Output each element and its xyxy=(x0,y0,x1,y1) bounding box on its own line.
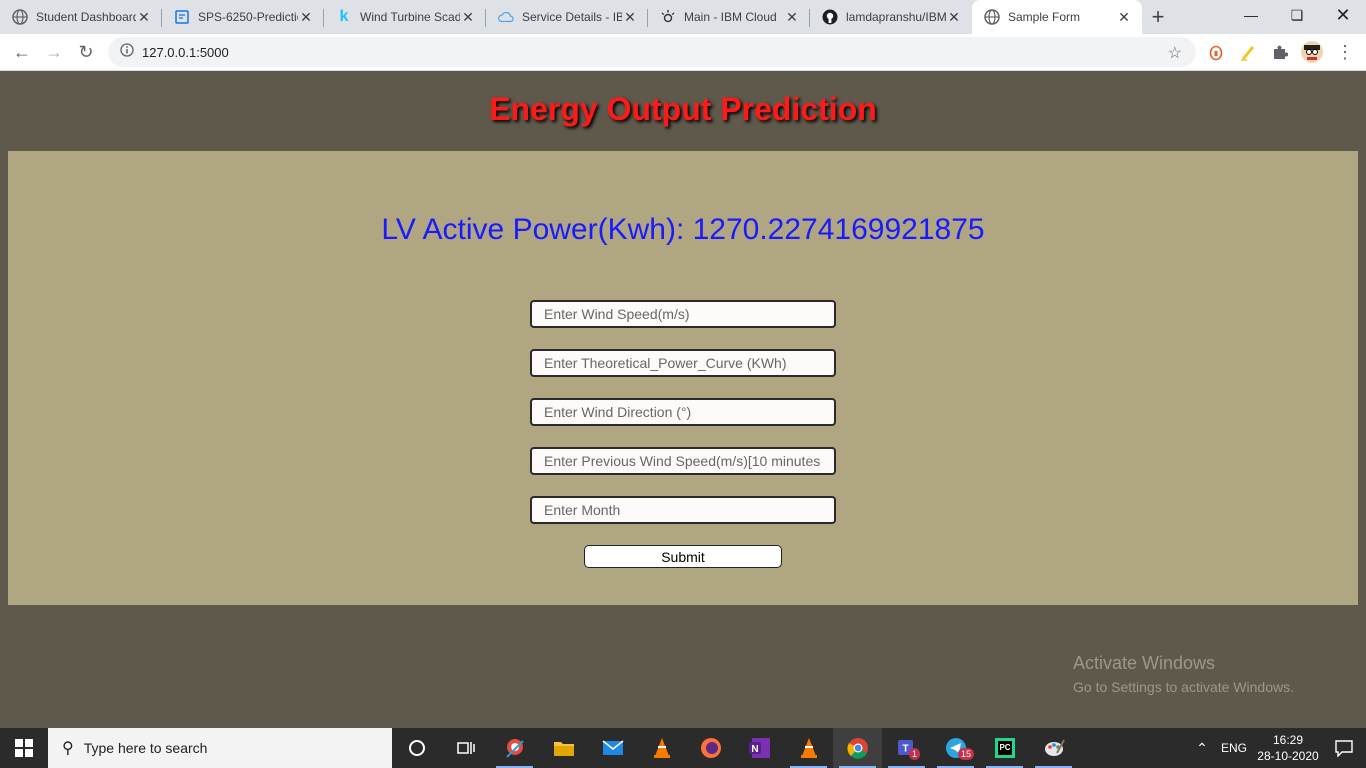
highlighter-icon[interactable] xyxy=(1233,37,1263,67)
tab-label: Main - IBM Cloud xyxy=(684,10,777,24)
minimize-icon[interactable]: — xyxy=(1228,0,1274,30)
month-input[interactable] xyxy=(530,496,836,524)
menu-icon[interactable]: ⋮ xyxy=(1330,37,1360,67)
puzzle-icon[interactable] xyxy=(1265,37,1295,67)
prediction-form-card: LV Active Power(Kwh): 1270.2274169921875… xyxy=(8,151,1358,605)
search-placeholder: Type here to search xyxy=(83,740,208,756)
submit-button[interactable]: Submit xyxy=(584,545,782,568)
window-controls: — ❏ ✕ xyxy=(1228,0,1366,30)
address-bar[interactable]: 127.0.0.1:5000 ☆ xyxy=(108,37,1196,67)
cloud-icon xyxy=(498,9,514,25)
vlc-icon[interactable] xyxy=(637,728,686,768)
sun-icon xyxy=(660,9,676,25)
tab-label: Service Details - IBM xyxy=(522,10,622,24)
tab-github[interactable]: lamdapranshu/IBM ✕ xyxy=(810,0,972,34)
tab-label: lamdapranshu/IBM xyxy=(846,10,946,24)
close-icon[interactable]: ✕ xyxy=(298,9,314,25)
teams-icon[interactable]: T 1 xyxy=(882,728,931,768)
tab-sps-prediction[interactable]: SPS-6250-Prediction ✕ xyxy=(162,0,324,34)
task-view-icon[interactable] xyxy=(441,728,490,768)
extension-icon[interactable] xyxy=(1201,37,1231,67)
snipping-tool-icon[interactable] xyxy=(490,728,539,768)
globe-icon xyxy=(12,9,28,25)
theoretical-power-input[interactable] xyxy=(530,349,836,377)
file-explorer-icon[interactable] xyxy=(539,728,588,768)
firefox-icon[interactable] xyxy=(686,728,735,768)
close-icon[interactable]: ✕ xyxy=(1116,9,1132,25)
svg-text:PC: PC xyxy=(999,743,1010,752)
browser-toolbar: ← → ↻ 127.0.0.1:5000 ☆ ⋮ xyxy=(0,34,1366,71)
search-icon: ⚲ xyxy=(62,740,74,757)
window-close-icon[interactable]: ✕ xyxy=(1320,0,1366,30)
chrome-icon[interactable] xyxy=(833,728,882,768)
tab-wind-turbine[interactable]: k Wind Turbine Scada ✕ xyxy=(324,0,486,34)
close-icon[interactable]: ✕ xyxy=(136,9,152,25)
show-hidden-icons-icon[interactable]: ⌃ xyxy=(1190,740,1214,757)
wind-direction-input[interactable] xyxy=(530,398,836,426)
previous-wind-speed-input[interactable] xyxy=(530,447,836,475)
watermark-title: Activate Windows xyxy=(1073,653,1216,673)
telegram-badge: 15 xyxy=(958,748,975,760)
paint-icon[interactable] xyxy=(1029,728,1078,768)
tab-sample-form[interactable]: Sample Form ✕ xyxy=(972,0,1142,34)
cortana-icon[interactable] xyxy=(392,728,441,768)
bookmark-star-icon[interactable]: ☆ xyxy=(1168,43,1182,63)
clock-date: 28-10-2020 xyxy=(1257,749,1319,763)
wind-speed-input[interactable] xyxy=(530,300,836,328)
tab-student-dashboard[interactable]: Student Dashboard ✕ xyxy=(0,0,162,34)
close-icon[interactable]: ✕ xyxy=(946,9,962,25)
reload-icon[interactable]: ↻ xyxy=(70,36,102,68)
clock-time: 16:29 xyxy=(1272,733,1304,747)
url-text: 127.0.0.1:5000 xyxy=(142,44,229,60)
page-content: Energy Output Prediction LV Active Power… xyxy=(0,71,1366,728)
windows-start-icon[interactable] xyxy=(0,728,48,768)
restore-icon[interactable]: ❏ xyxy=(1274,0,1320,30)
document-icon xyxy=(174,9,190,25)
system-tray: ⌃ ENG 16:29 28-10-2020 xyxy=(1190,728,1366,768)
page-title: Energy Output Prediction xyxy=(489,91,877,127)
svg-text:N: N xyxy=(751,744,758,755)
close-icon[interactable]: ✕ xyxy=(460,9,476,25)
new-tab-button[interactable]: + xyxy=(1142,0,1174,34)
watermark-subtitle: Go to Settings to activate Windows. xyxy=(1073,679,1294,695)
teams-badge: 1 xyxy=(909,748,921,760)
close-icon[interactable]: ✕ xyxy=(622,9,638,25)
forward-icon[interactable]: → xyxy=(38,36,70,68)
vlc-running-icon[interactable] xyxy=(784,728,833,768)
tab-ibm-cloud[interactable]: Main - IBM Cloud ✕ xyxy=(648,0,810,34)
mail-icon[interactable] xyxy=(588,728,637,768)
activate-windows-watermark: Activate Windows Go to Settings to activ… xyxy=(1073,653,1294,695)
github-icon xyxy=(822,9,838,25)
profile-avatar[interactable] xyxy=(1297,37,1327,67)
svg-text:T: T xyxy=(902,744,908,755)
pycharm-icon[interactable]: PC xyxy=(980,728,1029,768)
windows-taskbar: ⚲ Type here to search N T 1 15 PC ⌃ ENG … xyxy=(0,728,1366,768)
tab-label: Student Dashboard xyxy=(36,10,136,24)
onenote-icon[interactable]: N xyxy=(735,728,784,768)
language-indicator[interactable]: ENG xyxy=(1214,741,1254,755)
tab-strip: Student Dashboard ✕ SPS-6250-Prediction … xyxy=(0,0,1366,34)
clock[interactable]: 16:29 28-10-2020 xyxy=(1254,732,1322,764)
tab-label: Wind Turbine Scada xyxy=(360,10,460,24)
info-icon[interactable] xyxy=(120,42,134,62)
prediction-result: LV Active Power(Kwh): 1270.2274169921875 xyxy=(381,213,985,246)
tab-label: Sample Form xyxy=(1008,10,1081,24)
back-icon[interactable]: ← xyxy=(6,36,38,68)
globe-icon xyxy=(984,9,1000,25)
taskbar-search-box[interactable]: ⚲ Type here to search xyxy=(48,728,392,768)
telegram-icon[interactable]: 15 xyxy=(931,728,980,768)
tab-service-details[interactable]: Service Details - IBM ✕ xyxy=(486,0,648,34)
notifications-icon[interactable] xyxy=(1322,739,1366,757)
close-icon[interactable]: ✕ xyxy=(784,9,800,25)
kaggle-icon: k xyxy=(339,8,349,25)
tab-label: SPS-6250-Prediction xyxy=(198,10,298,24)
